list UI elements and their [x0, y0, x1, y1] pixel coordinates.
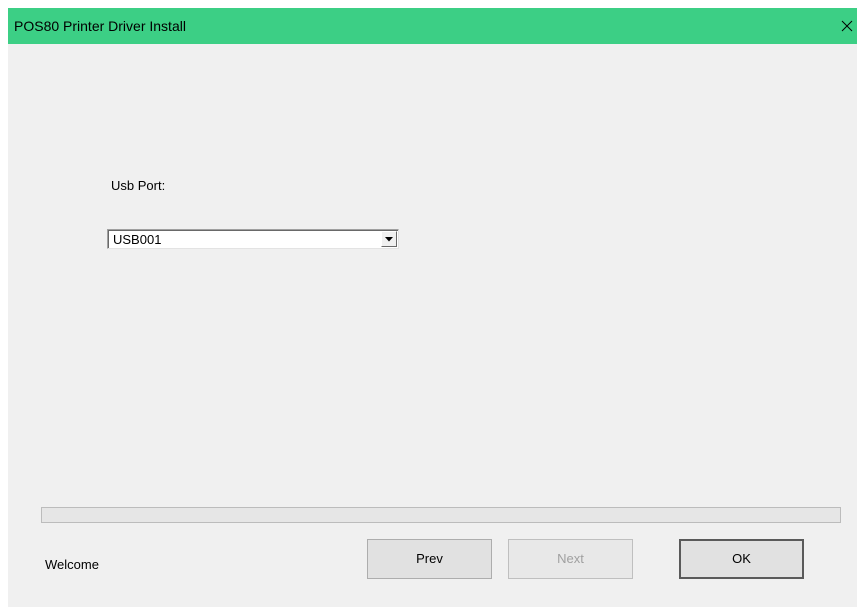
installer-window: POS80 Printer Driver Install Usb Port: U… — [8, 8, 857, 607]
install-progress-bar — [41, 507, 841, 523]
chevron-down-icon — [385, 237, 393, 242]
close-button[interactable] — [835, 8, 857, 44]
next-button[interactable]: Next — [508, 539, 633, 579]
close-icon — [841, 20, 853, 32]
usb-port-label: Usb Port: — [111, 178, 166, 193]
usb-port-select[interactable]: USB001 — [107, 229, 399, 249]
ok-button[interactable]: OK — [679, 539, 804, 579]
title-bar[interactable]: POS80 Printer Driver Install — [8, 8, 857, 44]
prev-button[interactable]: Prev — [367, 539, 492, 579]
window-title: POS80 Printer Driver Install — [14, 18, 186, 34]
status-text: Welcome — [45, 557, 99, 572]
usb-port-dropdown-button[interactable] — [381, 231, 397, 247]
usb-port-value: USB001 — [113, 232, 162, 247]
